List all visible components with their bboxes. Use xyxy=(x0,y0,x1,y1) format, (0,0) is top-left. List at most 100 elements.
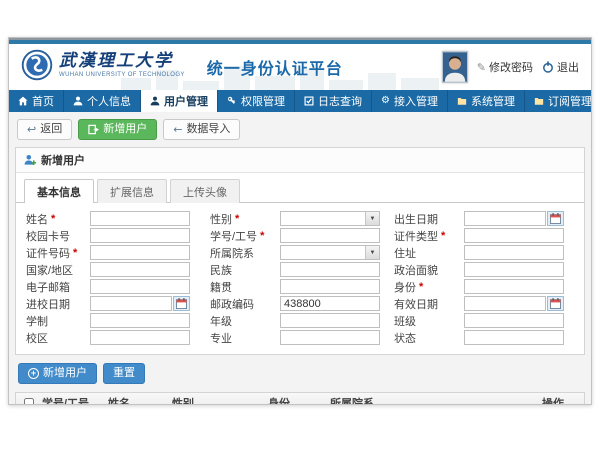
field-label: 状态 xyxy=(394,330,416,346)
email-input[interactable] xyxy=(90,279,190,294)
major-field: 专业 xyxy=(210,329,394,346)
folder-icon xyxy=(534,96,544,106)
birth-date-input[interactable] xyxy=(464,211,546,226)
field-label: 证件号码 xyxy=(26,245,70,261)
country-region-input[interactable] xyxy=(90,262,190,277)
name-field: 姓名* xyxy=(26,210,210,227)
campus-card-input[interactable] xyxy=(90,228,190,243)
tab-extended-info[interactable]: 扩展信息 xyxy=(97,179,167,203)
user-list-table: 学号/工号 姓名 性别 身份 所属院系 操作 xyxy=(15,392,585,404)
add-user-toolbar-button[interactable]: 新增用户 xyxy=(78,119,157,140)
university-emblem-icon xyxy=(21,49,53,81)
required-asterisk: * xyxy=(51,213,55,225)
submit-add-user-button[interactable]: + 新增用户 xyxy=(18,363,97,384)
select-all-checkbox[interactable] xyxy=(24,398,34,404)
submit-button-label: 新增用户 xyxy=(43,367,87,380)
name-input[interactable] xyxy=(90,211,190,226)
tab-upload-avatar[interactable]: 上传头像 xyxy=(170,179,240,203)
nav-label: 订阅管理 xyxy=(548,93,592,109)
back-arrow-icon: ↩ xyxy=(27,123,36,136)
department-field: 所属院系 ▼ xyxy=(210,244,394,261)
enroll-date-input[interactable] xyxy=(90,296,172,311)
department-select[interactable]: ▼ xyxy=(280,245,380,260)
nav-item-home[interactable]: 首页 xyxy=(9,90,64,112)
email-field: 电子邮箱 xyxy=(26,278,210,295)
postal-code-input[interactable] xyxy=(280,296,380,311)
nav-item-access[interactable]: ⚙ 接入管理 xyxy=(372,90,448,112)
country-region-field: 国家/地区 xyxy=(26,261,210,278)
native-place-field: 籍贯 xyxy=(210,278,394,295)
major-input[interactable] xyxy=(280,330,380,345)
id-type-input[interactable] xyxy=(464,228,564,243)
back-button-label: 返回 xyxy=(40,123,62,136)
pencil-icon: ✎ xyxy=(477,61,486,74)
university-name-cn: 武漢理工大学 xyxy=(59,53,185,70)
gender-select[interactable]: ▼ xyxy=(280,211,380,226)
auth-platform-window: 武漢理工大学 WUHAN UNIVERSITY OF TECHNOLOGY 统一… xyxy=(8,37,592,405)
users-icon xyxy=(150,96,160,106)
nav-item-logs[interactable]: 日志查询 xyxy=(295,90,372,112)
field-label: 姓名 xyxy=(26,211,48,227)
nav-item-permissions[interactable]: 权限管理 xyxy=(218,90,295,112)
campus-input[interactable] xyxy=(90,330,190,345)
ethnicity-input[interactable] xyxy=(280,262,380,277)
required-asterisk: * xyxy=(235,213,239,225)
nav-item-system[interactable]: 系统管理 xyxy=(448,90,525,112)
required-asterisk: * xyxy=(441,230,445,242)
logout-label: 退出 xyxy=(557,59,579,75)
nav-item-profile[interactable]: 个人信息 xyxy=(64,90,141,112)
valid-date-input[interactable] xyxy=(464,296,546,311)
toolbar: ↩ 返回 新增用户 ← 数据导入 xyxy=(17,119,585,140)
ethnicity-field: 民族 xyxy=(210,261,394,278)
student-id-field: 学号/工号* xyxy=(210,227,394,244)
field-label: 身份 xyxy=(394,279,416,295)
schooling-length-input[interactable] xyxy=(90,313,190,328)
status-input[interactable] xyxy=(464,330,564,345)
home-icon xyxy=(18,96,28,106)
native-place-input[interactable] xyxy=(280,279,380,294)
nav-label: 个人信息 xyxy=(87,93,131,109)
logout-link[interactable]: 退出 xyxy=(542,59,579,75)
column-header-student-id: 学号/工号 xyxy=(42,395,108,404)
grade-input[interactable] xyxy=(280,313,380,328)
student-id-input[interactable] xyxy=(280,228,380,243)
person-icon xyxy=(73,96,83,106)
valid-date-calendar-button[interactable] xyxy=(547,296,564,311)
panel-header: 新增用户 xyxy=(16,148,584,173)
field-label: 进校日期 xyxy=(26,296,70,312)
class-field: 班级 xyxy=(394,312,578,329)
campus-field: 校区 xyxy=(26,329,210,346)
enroll-date-calendar-button[interactable] xyxy=(173,296,190,311)
chevron-down-icon: ▼ xyxy=(365,212,379,225)
required-asterisk: * xyxy=(260,230,264,242)
data-import-button[interactable]: ← 数据导入 xyxy=(163,119,240,140)
identity-field: 身份* xyxy=(394,278,578,295)
id-number-input[interactable] xyxy=(90,245,190,260)
change-password-label: 修改密码 xyxy=(489,59,533,75)
plus-circle-icon: + xyxy=(28,368,39,379)
reset-button[interactable]: 重置 xyxy=(103,363,145,384)
field-label: 校园卡号 xyxy=(26,228,70,244)
address-input[interactable] xyxy=(464,245,564,260)
political-status-field: 政治面貌 xyxy=(394,261,578,278)
tab-bar: 基本信息 扩展信息 上传头像 xyxy=(16,173,584,203)
folder-icon xyxy=(457,96,467,106)
panel-title: 新增用户 xyxy=(41,152,85,168)
page-header: 武漢理工大学 WUHAN UNIVERSITY OF TECHNOLOGY 统一… xyxy=(9,44,591,90)
identity-input[interactable] xyxy=(464,279,564,294)
field-label: 电子邮箱 xyxy=(26,279,70,295)
tab-basic-info[interactable]: 基本信息 xyxy=(24,179,94,203)
nav-item-subscription[interactable]: 订阅管理 xyxy=(525,90,592,112)
birth-date-calendar-button[interactable] xyxy=(547,211,564,226)
change-password-link[interactable]: ✎ 修改密码 xyxy=(477,59,533,75)
gear-icon: ⚙ xyxy=(381,96,390,106)
field-label: 邮政编码 xyxy=(210,296,254,312)
back-button[interactable]: ↩ 返回 xyxy=(17,119,72,140)
class-input[interactable] xyxy=(464,313,564,328)
calendar-icon xyxy=(176,298,187,309)
nav-label: 接入管理 xyxy=(394,93,438,109)
field-label: 年级 xyxy=(210,313,232,329)
political-status-input[interactable] xyxy=(464,262,564,277)
required-asterisk: * xyxy=(419,281,423,293)
nav-item-user-management[interactable]: 用户管理 xyxy=(141,90,218,112)
